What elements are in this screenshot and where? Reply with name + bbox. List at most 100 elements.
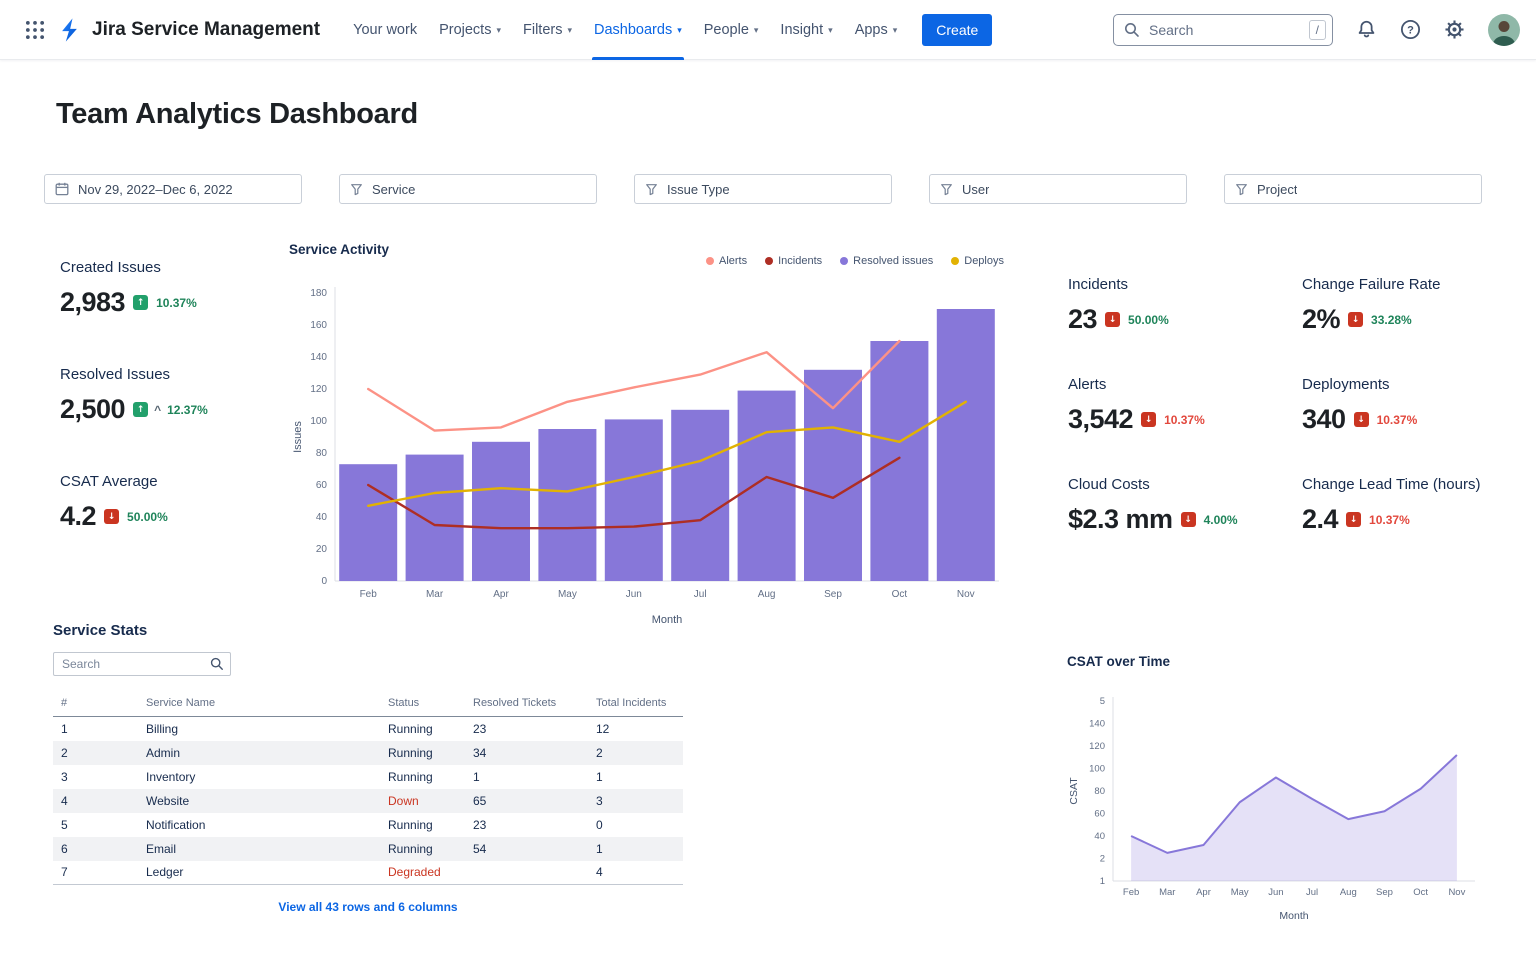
resolved-tickets: 34 xyxy=(465,741,588,765)
table-row[interactable]: 6EmailRunning541 xyxy=(53,837,683,861)
nav-item-projects[interactable]: Projects▾ xyxy=(428,0,512,60)
status: Running xyxy=(380,741,465,765)
kpi-percent: 10.37% xyxy=(1377,413,1418,427)
resolved-tickets: 54 xyxy=(465,837,588,861)
service-name: Ledger xyxy=(138,861,380,885)
legend-dot-icon xyxy=(706,257,714,265)
svg-text:120: 120 xyxy=(310,384,327,395)
trend-down-icon: ↓ xyxy=(1346,512,1361,527)
service-stats-title: Service Stats xyxy=(53,622,683,639)
help-icon[interactable]: ? xyxy=(1400,19,1421,40)
legend-item-resolved-issues[interactable]: Resolved issues xyxy=(840,255,933,267)
column-header-total-incidents[interactable]: Total Incidents xyxy=(588,697,683,717)
nav-item-insight[interactable]: Insight▾ xyxy=(769,0,843,60)
column-header-status[interactable]: Status xyxy=(380,697,465,717)
kpi-value: 340 xyxy=(1302,404,1346,435)
app-switcher-icon[interactable] xyxy=(20,15,50,45)
kpi-title: Created Issues xyxy=(60,259,275,276)
column-header-resolved-tickets[interactable]: Resolved Tickets xyxy=(465,697,588,717)
svg-text:40: 40 xyxy=(1094,831,1105,842)
nav-item-people[interactable]: People▾ xyxy=(693,0,770,60)
svg-text:Issues: Issues xyxy=(292,421,304,453)
avatar[interactable] xyxy=(1488,14,1520,46)
service-activity-header: Service Activity AlertsIncidentsResolved… xyxy=(289,241,1004,271)
nav-item-dashboards[interactable]: Dashboards▾ xyxy=(583,0,693,60)
view-all-link[interactable]: View all 43 rows and 6 columns xyxy=(53,900,683,914)
global-search[interactable]: / xyxy=(1113,14,1333,46)
column-header-[interactable]: # xyxy=(53,697,138,717)
kpi-alerts: Alerts3,542↓10.37% xyxy=(1068,376,1302,435)
resolved-tickets: 65 xyxy=(465,789,588,813)
service-name: Inventory xyxy=(138,765,380,789)
table-row[interactable]: 4WebsiteDown653 xyxy=(53,789,683,813)
status: Running xyxy=(380,765,465,789)
settings-gear-icon[interactable] xyxy=(1444,19,1465,40)
trend-down-icon: ↓ xyxy=(1354,412,1369,427)
table-row[interactable]: 1BillingRunning2312 xyxy=(53,717,683,741)
status: Running xyxy=(380,813,465,837)
column-header-service-name[interactable]: Service Name xyxy=(138,697,380,717)
total-incidents: 2 xyxy=(588,741,683,765)
chart-legend: Alerts Incidents Resolved issues Deploys xyxy=(706,255,1004,267)
svg-text:80: 80 xyxy=(316,448,328,459)
filter-label: Project xyxy=(1257,182,1297,197)
kpi-resolved-issues: Resolved Issues2,500↑^12.37% xyxy=(60,366,275,425)
calendar-icon xyxy=(55,182,69,196)
table-row[interactable]: 5NotificationRunning230 xyxy=(53,813,683,837)
table-search-input[interactable] xyxy=(54,657,210,671)
svg-text:0: 0 xyxy=(321,576,327,587)
kpi-value: 23 xyxy=(1068,304,1097,335)
filter-user[interactable]: User xyxy=(929,174,1187,204)
kpi-title: CSAT Average xyxy=(60,473,275,490)
top-navbar: Jira Service Management Your workProject… xyxy=(0,0,1536,60)
legend-item-deploys[interactable]: Deploys xyxy=(951,255,1004,267)
filter-nov-29-2022-dec-6-2022[interactable]: Nov 29, 2022–Dec 6, 2022 xyxy=(44,174,302,204)
legend-item-incidents[interactable]: Incidents xyxy=(765,255,822,267)
svg-text:CSAT: CSAT xyxy=(1068,777,1080,805)
svg-text:?: ? xyxy=(1407,24,1414,36)
trend-down-icon: ↓ xyxy=(1181,512,1196,527)
legend-item-alerts[interactable]: Alerts xyxy=(706,255,747,267)
table-row[interactable]: 3InventoryRunning11 xyxy=(53,765,683,789)
svg-text:Nov: Nov xyxy=(1448,887,1465,898)
kpi-title: Incidents xyxy=(1068,276,1302,293)
filter-service[interactable]: Service xyxy=(339,174,597,204)
create-button[interactable]: Create xyxy=(922,14,992,46)
notifications-bell-icon[interactable] xyxy=(1356,19,1377,40)
nav-item-your-work[interactable]: Your work xyxy=(342,0,428,60)
svg-text:Apr: Apr xyxy=(1196,887,1211,898)
kpi-title: Deployments xyxy=(1302,376,1482,393)
svg-text:Mar: Mar xyxy=(426,589,444,600)
kpi-deployments: Deployments 340 ↓ 10.37% xyxy=(1302,376,1482,435)
svg-text:2: 2 xyxy=(1100,854,1105,865)
nav-item-apps[interactable]: Apps▾ xyxy=(844,0,909,60)
filter-icon xyxy=(645,183,658,196)
kpi-incidents: Incidents23↓50.00% xyxy=(1068,276,1302,335)
svg-text:Apr: Apr xyxy=(493,589,509,600)
svg-text:Jul: Jul xyxy=(1306,887,1318,898)
svg-text:60: 60 xyxy=(1094,809,1105,820)
svg-text:140: 140 xyxy=(1089,719,1105,730)
status: Degraded xyxy=(380,861,465,885)
svg-text:Sep: Sep xyxy=(824,589,842,600)
table-row[interactable]: 2AdminRunning342 xyxy=(53,741,683,765)
table-search[interactable] xyxy=(53,652,231,676)
svg-text:160: 160 xyxy=(310,320,327,331)
svg-text:100: 100 xyxy=(310,416,327,427)
filter-issue-type[interactable]: Issue Type xyxy=(634,174,892,204)
kpi-value: 3,542 xyxy=(1068,404,1133,435)
nav-item-filters[interactable]: Filters▾ xyxy=(512,0,583,60)
kpi-title: Alerts xyxy=(1068,376,1302,393)
brand[interactable]: Jira Service Management xyxy=(58,17,320,43)
kpi-percent: 10.37% xyxy=(156,296,197,310)
kpi-value: 4.2 xyxy=(60,501,96,532)
table-row[interactable]: 7LedgerDegraded4 xyxy=(53,861,683,885)
kpi-title: Cloud Costs xyxy=(1068,476,1302,493)
search-input[interactable] xyxy=(1147,21,1302,39)
chevron-down-icon: ▾ xyxy=(496,26,501,36)
svg-text:Oct: Oct xyxy=(892,589,908,600)
search-icon[interactable] xyxy=(210,657,224,671)
service-name: Website xyxy=(138,789,380,813)
filter-project[interactable]: Project xyxy=(1224,174,1482,204)
svg-text:Sep: Sep xyxy=(1376,887,1393,898)
